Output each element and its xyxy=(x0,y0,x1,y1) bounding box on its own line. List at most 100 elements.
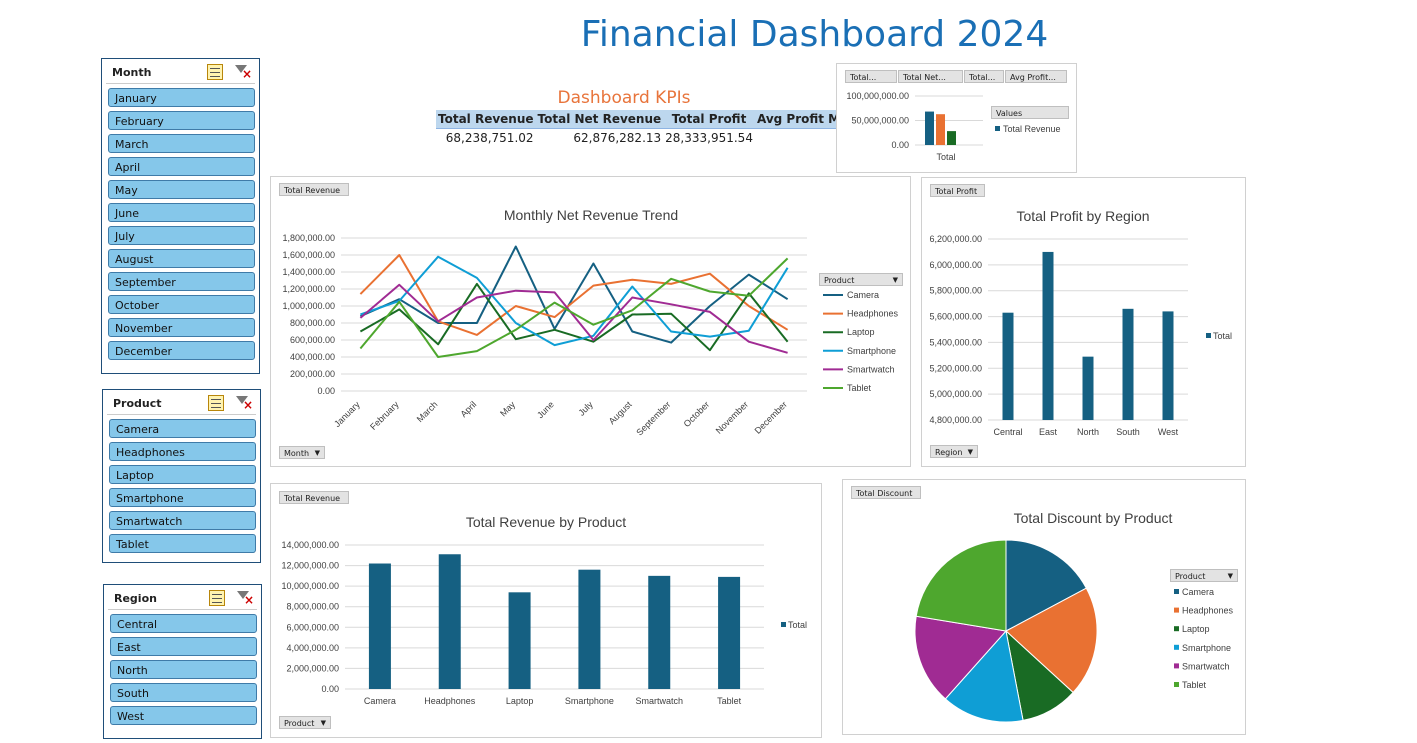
slicer-item-laptop[interactable]: Laptop xyxy=(109,465,256,484)
legend-label-smartphone: Smartphone xyxy=(1182,643,1231,653)
region-slicer: Region Central East North South West xyxy=(103,584,262,739)
y-tick-label: 100,000,000.00 xyxy=(846,91,909,101)
multi-select-icon[interactable] xyxy=(207,64,223,80)
bar-tablet xyxy=(718,576,741,689)
legend-label-tablet: Tablet xyxy=(1182,680,1207,690)
slicer-item-march[interactable]: March xyxy=(108,134,255,153)
bar-west xyxy=(1162,311,1174,420)
bar-smartphone xyxy=(578,569,601,689)
y-tick-label: 6,200,000.00 xyxy=(929,234,982,244)
y-tick-label: 1,800,000.00 xyxy=(282,233,335,243)
slicer-item-june[interactable]: June xyxy=(108,203,255,222)
chart-title: Total Revenue by Product xyxy=(466,514,626,530)
y-tick-label: 0.00 xyxy=(317,386,335,396)
y-tick-label: 1,400,000.00 xyxy=(282,267,335,277)
y-tick-label: 5,400,000.00 xyxy=(929,337,982,347)
legend-label-camera: Camera xyxy=(1182,587,1214,597)
x-tick-label-smartphone: Smartphone xyxy=(565,696,614,706)
x-tick-label-november: November xyxy=(714,399,750,435)
legend-swatch-camera xyxy=(1174,589,1179,594)
x-tick-label-april: April xyxy=(459,399,479,419)
y-tick-label: 2,000,000.00 xyxy=(286,663,339,673)
slicer-item-south[interactable]: South xyxy=(110,683,257,702)
bar-1 xyxy=(936,114,945,145)
product-slicer: Product Camera Headphones Laptop Smartphone… xyxy=(102,389,261,563)
discount-by-product-chart[interactable]: Total Discount Product Total Discount by… xyxy=(842,479,1246,735)
legend-label-smartwatch: Smartwatch xyxy=(847,364,895,374)
y-tick-label: 4,000,000.00 xyxy=(286,643,339,653)
slicer-item-east[interactable]: East xyxy=(110,637,257,656)
slicer-item-may[interactable]: May xyxy=(108,180,255,199)
y-tick-label: 600,000.00 xyxy=(290,335,335,345)
slicer-item-north[interactable]: North xyxy=(110,660,257,679)
legend-label: Total Revenue xyxy=(1003,124,1061,134)
y-tick-label: 200,000.00 xyxy=(290,369,335,379)
bar-smartwatch xyxy=(648,575,671,689)
revenue-by-product-chart[interactable]: Total Revenue Product Total Revenue by P… xyxy=(270,483,822,738)
multi-select-icon[interactable] xyxy=(209,590,225,606)
mini-kpi-chart[interactable]: Total... Total Net... Total... Avg Profi… xyxy=(836,63,1077,173)
legend-label: Total xyxy=(788,620,807,630)
x-tick-label-june: June xyxy=(535,399,556,420)
region-slicer-header: Region xyxy=(108,587,257,610)
multi-select-icon[interactable] xyxy=(208,395,224,411)
y-tick-label: 5,200,000.00 xyxy=(929,363,982,373)
y-tick-label: 6,000,000.00 xyxy=(286,622,339,632)
y-tick-label: 5,600,000.00 xyxy=(929,312,982,322)
month-slicer: Month January February March April May June Ju… xyxy=(101,58,260,374)
y-tick-label: 1,000,000.00 xyxy=(282,301,335,311)
slicer-item-central[interactable]: Central xyxy=(110,614,257,633)
product-bar-plot: Total Revenue by Product 14,000,000.00 12,… xyxy=(281,514,807,706)
x-tick-label-camera: Camera xyxy=(364,696,396,706)
clear-filter-icon[interactable] xyxy=(235,590,254,606)
kpi-value-total-profit: 28,333,951.54 xyxy=(665,131,753,145)
clear-filter-icon[interactable] xyxy=(234,395,253,411)
monthly-revenue-chart[interactable]: Total Revenue Month Product Monthly Net … xyxy=(270,176,911,467)
y-tick-label: 800,000.00 xyxy=(290,318,335,328)
legend-swatch-smartwatch xyxy=(1174,663,1179,669)
bar-laptop xyxy=(508,592,531,689)
slicer-item-july[interactable]: July xyxy=(108,226,255,245)
profit-by-region-chart[interactable]: Total Profit Region Total Profit by Regi… xyxy=(921,177,1246,467)
slicer-item-february[interactable]: February xyxy=(108,111,255,130)
slicer-item-tablet[interactable]: Tablet xyxy=(109,534,256,553)
bar-east xyxy=(1042,251,1054,420)
x-tick-label-tablet: Tablet xyxy=(717,696,742,706)
slicer-item-december[interactable]: December xyxy=(108,341,255,360)
legend-label-laptop: Laptop xyxy=(1182,624,1210,634)
slicer-item-smartwatch[interactable]: Smartwatch xyxy=(109,511,256,530)
month-slicer-header: Month xyxy=(106,61,255,84)
clear-filter-icon[interactable] xyxy=(233,64,252,80)
x-tick-label-headphones: Headphones xyxy=(424,696,476,706)
product-slicer-title: Product xyxy=(113,396,162,410)
legend-label-smartphone: Smartphone xyxy=(847,346,896,356)
slicer-item-smartphone[interactable]: Smartphone xyxy=(109,488,256,507)
bar-south xyxy=(1122,308,1134,420)
slicer-item-january[interactable]: January xyxy=(108,88,255,107)
legend-label-headphones: Headphones xyxy=(847,309,899,319)
x-tick-label-west: West xyxy=(1158,427,1179,437)
y-tick-label: 50,000,000.00 xyxy=(851,116,909,126)
slicer-item-september[interactable]: September xyxy=(108,272,255,291)
slicer-item-headphones[interactable]: Headphones xyxy=(109,442,256,461)
x-tick-label: Total xyxy=(936,152,955,162)
region-bar-plot: Total Profit by Region 6,200,000.00 6,000,… xyxy=(929,208,1232,437)
chart-title: Monthly Net Revenue Trend xyxy=(504,207,678,223)
slicer-item-camera[interactable]: Camera xyxy=(109,419,256,438)
slicer-item-april[interactable]: April xyxy=(108,157,255,176)
y-tick-label: 400,000.00 xyxy=(290,352,335,362)
slicer-item-august[interactable]: August xyxy=(108,249,255,268)
line-chart-plot: Monthly Net Revenue Trend 1,800,000.00 1,6… xyxy=(282,207,899,438)
x-tick-label-december: December xyxy=(753,399,789,435)
slicer-item-october[interactable]: October xyxy=(108,295,255,314)
y-tick-label: 6,000,000.00 xyxy=(929,260,982,270)
slicer-item-november[interactable]: November xyxy=(108,318,255,337)
x-tick-label-may: May xyxy=(498,399,517,418)
legend-swatch-headphones xyxy=(1174,607,1179,613)
slicer-item-west[interactable]: West xyxy=(110,706,257,725)
x-tick-label-october: October xyxy=(682,399,712,429)
x-tick-label-smartwatch: Smartwatch xyxy=(635,696,683,706)
kpi-value-total-revenue: 68,238,751.02 xyxy=(445,131,534,145)
legend-label: Total xyxy=(1213,331,1232,341)
legend-label-smartwatch: Smartwatch xyxy=(1182,661,1230,671)
